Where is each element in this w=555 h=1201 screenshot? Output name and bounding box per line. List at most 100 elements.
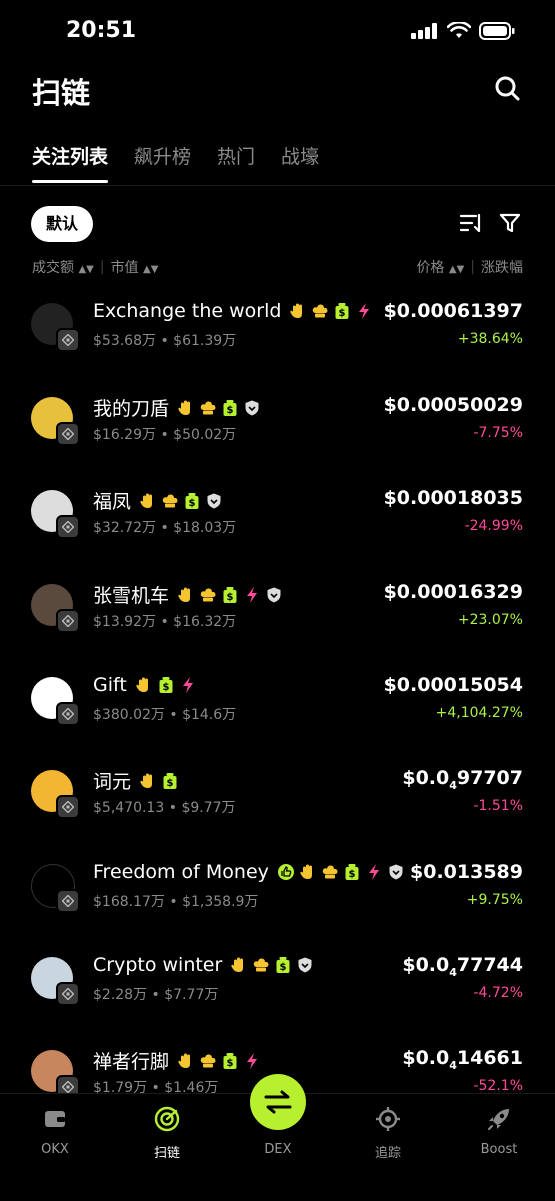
token-volume: $380.02万	[93, 707, 165, 723]
money-bag-icon: $	[161, 772, 179, 790]
tab-watchlist[interactable]: 关注列表	[32, 142, 109, 183]
tab-bar: 关注列表 飙升榜 热门 战壕	[32, 142, 319, 183]
col-volume[interactable]: 成交额 ▲▼	[32, 257, 94, 277]
col-volume-label: 成交额	[32, 260, 74, 276]
filter-icon	[499, 213, 521, 233]
token-price: $0.00016329	[383, 581, 523, 603]
chef-icon	[252, 956, 270, 974]
token-name-text: 禅者行脚	[93, 1051, 170, 1073]
token-row[interactable]: Freedom of Money $ $168.17万 • $1,358.9万 $0.…	[0, 861, 555, 931]
sort-caret-icon: ▲▼	[143, 264, 159, 275]
nav-track-label: 追踪	[374, 1146, 401, 1161]
token-row[interactable]: 福凤 $ $32.72万 • $18.03万 $0.00018035 -24.99%	[0, 487, 555, 557]
target-icon	[376, 1107, 400, 1131]
svg-text:$: $	[167, 778, 174, 789]
token-name-text: 张雪机车	[93, 585, 170, 607]
nav-boost[interactable]: Boost	[454, 1104, 544, 1157]
search-button[interactable]	[493, 74, 523, 104]
price-main: $0.0	[402, 767, 450, 789]
nav-scan[interactable]: 扫链	[122, 1104, 212, 1161]
token-name: 禅者行脚 $	[93, 1047, 261, 1074]
divider: |	[99, 259, 105, 275]
shield-icon	[296, 956, 314, 974]
hand-icon	[135, 676, 153, 694]
token-mcap: $50.02万	[173, 427, 237, 443]
dex-swap-button[interactable]	[250, 1074, 306, 1130]
col-price[interactable]: 价格 ▲▼	[416, 257, 464, 277]
token-tags: $	[135, 676, 197, 694]
token-change: +38.64%	[457, 331, 523, 347]
svg-text:$: $	[227, 405, 234, 416]
token-tags: $	[177, 399, 261, 417]
bnb-chain-icon	[56, 982, 80, 1006]
money-bag-icon: $	[333, 302, 351, 320]
svg-text:$: $	[162, 682, 169, 693]
token-tags: $	[139, 492, 223, 510]
hand-icon	[230, 956, 248, 974]
hand-icon	[289, 302, 307, 320]
money-bag-icon: $	[343, 863, 361, 881]
bnb-chain-icon	[56, 702, 80, 726]
token-row[interactable]: 词元 $ $5,470.13 • $9.77万 $0.0497707 -1.51%	[0, 767, 555, 837]
price-zero-count: 4	[449, 778, 457, 792]
token-name-text: Exchange the world	[93, 300, 282, 322]
token-stats: $2.28万 • $7.77万	[93, 987, 219, 1003]
price-tail: 77744	[456, 954, 523, 976]
token-name: Exchange the world $	[93, 300, 373, 322]
hand-icon	[177, 1052, 195, 1070]
col-mcap[interactable]: 市值 ▲▼	[111, 257, 159, 277]
sort-caret-icon: ▲▼	[78, 264, 94, 275]
price-zero-count: 4	[449, 1058, 457, 1072]
token-stats: $16.29万 • $50.02万	[93, 427, 237, 443]
token-price: $0.00015054	[383, 674, 523, 696]
nav-track[interactable]: 追踪	[343, 1104, 433, 1161]
token-tags: $	[139, 772, 179, 790]
token-mcap: $1,358.9万	[182, 894, 259, 910]
lightning-icon	[179, 676, 197, 694]
lightning-icon	[243, 586, 261, 604]
token-mcap: $61.39万	[173, 333, 237, 349]
token-stats: $32.72万 • $18.03万	[93, 520, 237, 536]
token-row[interactable]: Exchange the world $ $53.68万 • $61.39万 $0.0…	[0, 300, 555, 370]
svg-text:$: $	[339, 308, 346, 319]
col-change-label: 涨跌幅	[481, 260, 523, 276]
search-icon	[495, 76, 520, 101]
svg-text:$: $	[280, 962, 287, 973]
token-tags: $	[177, 1052, 261, 1070]
token-row[interactable]: Crypto winter $ $2.28万 • $7.77万 $0.0477744 -…	[0, 954, 555, 1024]
token-price: $0.0497707	[402, 767, 523, 792]
token-name: Gift $	[93, 674, 197, 696]
token-row[interactable]: 我的刀盾 $ $16.29万 • $50.02万 $0.00050029 -7.75%	[0, 394, 555, 464]
token-name: Crypto winter $	[93, 954, 314, 976]
hand-icon	[139, 492, 157, 510]
token-row[interactable]: Gift $ $380.02万 • $14.6万 $0.00015054 +4,104.…	[0, 674, 555, 744]
filter-button[interactable]	[499, 212, 521, 238]
svg-text:$: $	[227, 592, 234, 603]
chef-icon	[161, 492, 179, 510]
sort-default-button[interactable]: 默认	[31, 206, 94, 242]
thumb-icon	[277, 863, 295, 881]
token-mcap: $7.77万	[164, 987, 219, 1003]
token-change: -24.99%	[464, 518, 523, 534]
sort-button[interactable]	[459, 212, 483, 238]
page-title: 扫链	[32, 76, 91, 110]
money-bag-icon: $	[221, 399, 239, 417]
tab-trenches[interactable]: 战壕	[281, 142, 319, 183]
token-change: +23.07%	[457, 612, 523, 628]
tabs-divider	[0, 185, 555, 186]
price-tail: 14661	[456, 1047, 523, 1069]
lightning-icon	[365, 863, 383, 881]
money-bag-icon: $	[221, 586, 239, 604]
token-row[interactable]: 张雪机车 $ $13.92万 • $16.32万 $0.00016329 +23.07%	[0, 581, 555, 651]
shield-icon	[265, 586, 283, 604]
chef-icon	[199, 1052, 217, 1070]
nav-okx[interactable]: OKX	[10, 1104, 100, 1157]
tab-hot[interactable]: 热门	[217, 142, 255, 183]
tab-trending[interactable]: 飙升榜	[134, 142, 191, 183]
bottom-nav: OKX 扫链 DEX 追踪 Boost	[0, 1074, 555, 1201]
token-volume: $5,470.13	[93, 800, 165, 816]
sort-columns-left: 成交额 ▲▼ | 市值 ▲▼	[32, 257, 158, 277]
token-tags: $	[177, 586, 283, 604]
bnb-chain-icon	[56, 795, 80, 819]
col-change[interactable]: 涨跌幅	[481, 257, 523, 277]
